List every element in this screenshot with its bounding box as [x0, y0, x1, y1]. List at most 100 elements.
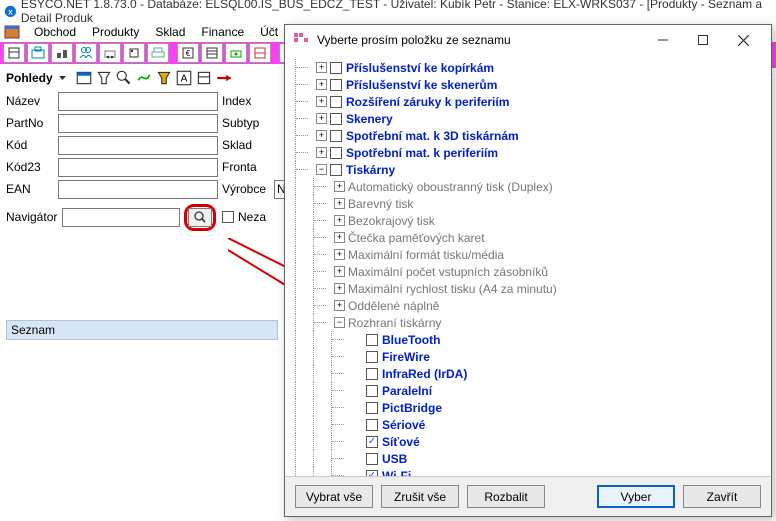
tree-node[interactable]: +Maximální formát tisku/média	[287, 246, 765, 263]
view-icon-6[interactable]: A	[175, 69, 193, 87]
zavrit-button[interactable]: Zavřít	[683, 485, 761, 508]
tree-checkbox[interactable]	[330, 147, 342, 159]
input-kod23[interactable]	[58, 158, 218, 177]
tree-node[interactable]: +Maximální počet vstupních zásobníků	[287, 263, 765, 280]
toolbar-btn-7[interactable]	[147, 43, 169, 63]
input-nazev[interactable]	[58, 92, 218, 111]
tree-node[interactable]: +Rozšíření záruky k periferiím	[287, 93, 765, 110]
tree-expander-icon[interactable]: +	[334, 266, 345, 277]
menu-sklad[interactable]: Sklad	[147, 23, 193, 41]
tree-expander-icon[interactable]: −	[316, 164, 327, 175]
tree-node[interactable]: USB	[287, 450, 765, 467]
vybrat-vse-button[interactable]: Vybrat vše	[295, 485, 373, 508]
menu-icon[interactable]	[4, 24, 20, 40]
tree-checkbox[interactable]	[366, 351, 378, 363]
dropdown-icon[interactable]	[59, 72, 66, 84]
tree-node[interactable]: +Příslušenství ke kopírkám	[287, 59, 765, 76]
tree-node[interactable]: +Čtečka paměťových karet	[287, 229, 765, 246]
tree-expander-icon[interactable]: +	[334, 215, 345, 226]
input-partno[interactable]	[58, 114, 218, 133]
tree-expander-icon[interactable]: +	[316, 79, 327, 90]
menu-finance[interactable]: Finance	[193, 23, 252, 41]
menu-produkty[interactable]: Produkty	[84, 23, 147, 41]
tree-expander-icon[interactable]: +	[334, 300, 345, 311]
toolbar-btn-8[interactable]: €	[177, 43, 199, 63]
tree-expander-icon[interactable]: +	[334, 283, 345, 294]
tree-node[interactable]: +Příslušenství ke skenerům	[287, 76, 765, 93]
toolbar-btn-4[interactable]	[75, 43, 97, 63]
tree-node[interactable]: BlueTooth	[287, 331, 765, 348]
rozbalit-button[interactable]: Rozbalit	[467, 485, 545, 508]
minimize-button[interactable]	[643, 26, 683, 54]
tree-checkbox[interactable]	[330, 79, 342, 91]
tree-expander-icon[interactable]: +	[334, 232, 345, 243]
tree-node[interactable]: +Barevný tisk	[287, 195, 765, 212]
close-button[interactable]	[723, 26, 763, 54]
tree-checkbox[interactable]	[366, 419, 378, 431]
tree-checkbox[interactable]	[330, 113, 342, 125]
checkbox-neza[interactable]	[222, 211, 234, 223]
tree-node[interactable]: ✓Síťové	[287, 433, 765, 450]
tree-node[interactable]: +Automatický oboustranný tisk (Duplex)	[287, 178, 765, 195]
toolbar-btn-5[interactable]	[99, 43, 121, 63]
label-ean: EAN	[6, 182, 58, 196]
navigator-search-button[interactable]	[188, 208, 212, 227]
menu-uce[interactable]: Účt	[252, 23, 286, 41]
view-icon-2[interactable]	[95, 69, 113, 87]
toolbar-btn-6[interactable]	[123, 43, 145, 63]
tree-expander-icon[interactable]: +	[316, 62, 327, 73]
tree-node[interactable]: InfraRed (IrDA)	[287, 365, 765, 382]
tree-expander-icon[interactable]: +	[334, 249, 345, 260]
tree-checkbox[interactable]	[330, 130, 342, 142]
tree-node[interactable]: +Skenery	[287, 110, 765, 127]
tree-node[interactable]: +Bezokrajový tisk	[287, 212, 765, 229]
tree-node[interactable]: PictBridge	[287, 399, 765, 416]
tree-expander-icon[interactable]: +	[316, 147, 327, 158]
input-kod[interactable]	[58, 136, 218, 155]
tree-checkbox[interactable]	[330, 96, 342, 108]
toolbar-btn-2[interactable]	[27, 43, 49, 63]
tree-node[interactable]: +Oddělené náplně	[287, 297, 765, 314]
tree-view[interactable]: +Příslušenství ke kopírkám+Příslušenství…	[285, 55, 771, 476]
view-icon-7[interactable]	[195, 69, 213, 87]
tree-node[interactable]: +Spotřební mat. k 3D tiskárnám	[287, 127, 765, 144]
toolbar-btn-1[interactable]	[3, 43, 25, 63]
input-navigator[interactable]	[62, 208, 180, 227]
tree-expander-icon[interactable]: −	[334, 317, 345, 328]
tree-checkbox[interactable]	[366, 402, 378, 414]
tree-node[interactable]: +Spotřební mat. k periferiím	[287, 144, 765, 161]
tree-node[interactable]: −Rozhraní tiskárny	[287, 314, 765, 331]
tree-node[interactable]: Paralelní	[287, 382, 765, 399]
tree-checkbox[interactable]	[366, 385, 378, 397]
tree-expander-icon[interactable]: +	[316, 130, 327, 141]
view-icon-8[interactable]	[215, 69, 233, 87]
tree-node[interactable]: FireWire	[287, 348, 765, 365]
tree-checkbox[interactable]	[330, 164, 342, 176]
tree-node[interactable]: ✓Wi-Fi	[287, 467, 765, 476]
tree-checkbox[interactable]	[366, 368, 378, 380]
tree-checkbox[interactable]	[366, 334, 378, 346]
view-icon-1[interactable]	[75, 69, 93, 87]
zrusit-vse-button[interactable]: Zrušit vše	[381, 485, 459, 508]
toolbar-btn-11[interactable]	[249, 43, 271, 63]
maximize-button[interactable]	[683, 26, 723, 54]
tree-expander-icon[interactable]: +	[316, 113, 327, 124]
tree-node[interactable]: −Tiskárny	[287, 161, 765, 178]
menu-obchod[interactable]: Obchod	[26, 23, 84, 41]
vyber-button[interactable]: Vyber	[597, 485, 675, 508]
tree-checkbox[interactable]	[366, 453, 378, 465]
input-ean[interactable]	[58, 180, 218, 199]
tree-checkbox[interactable]: ✓	[366, 436, 378, 448]
tree-expander-icon[interactable]: +	[334, 181, 345, 192]
toolbar-btn-3[interactable]	[51, 43, 73, 63]
toolbar-btn-9[interactable]	[201, 43, 223, 63]
tree-checkbox[interactable]	[330, 62, 342, 74]
tree-node[interactable]: +Maximální rychlost tisku (A4 za minutu)	[287, 280, 765, 297]
view-icon-3[interactable]	[115, 69, 133, 87]
toolbar-btn-10[interactable]	[225, 43, 247, 63]
view-icon-4[interactable]	[135, 69, 153, 87]
tree-expander-icon[interactable]: +	[316, 96, 327, 107]
view-icon-5[interactable]	[155, 69, 173, 87]
tree-node[interactable]: Sériové	[287, 416, 765, 433]
tree-expander-icon[interactable]: +	[334, 198, 345, 209]
